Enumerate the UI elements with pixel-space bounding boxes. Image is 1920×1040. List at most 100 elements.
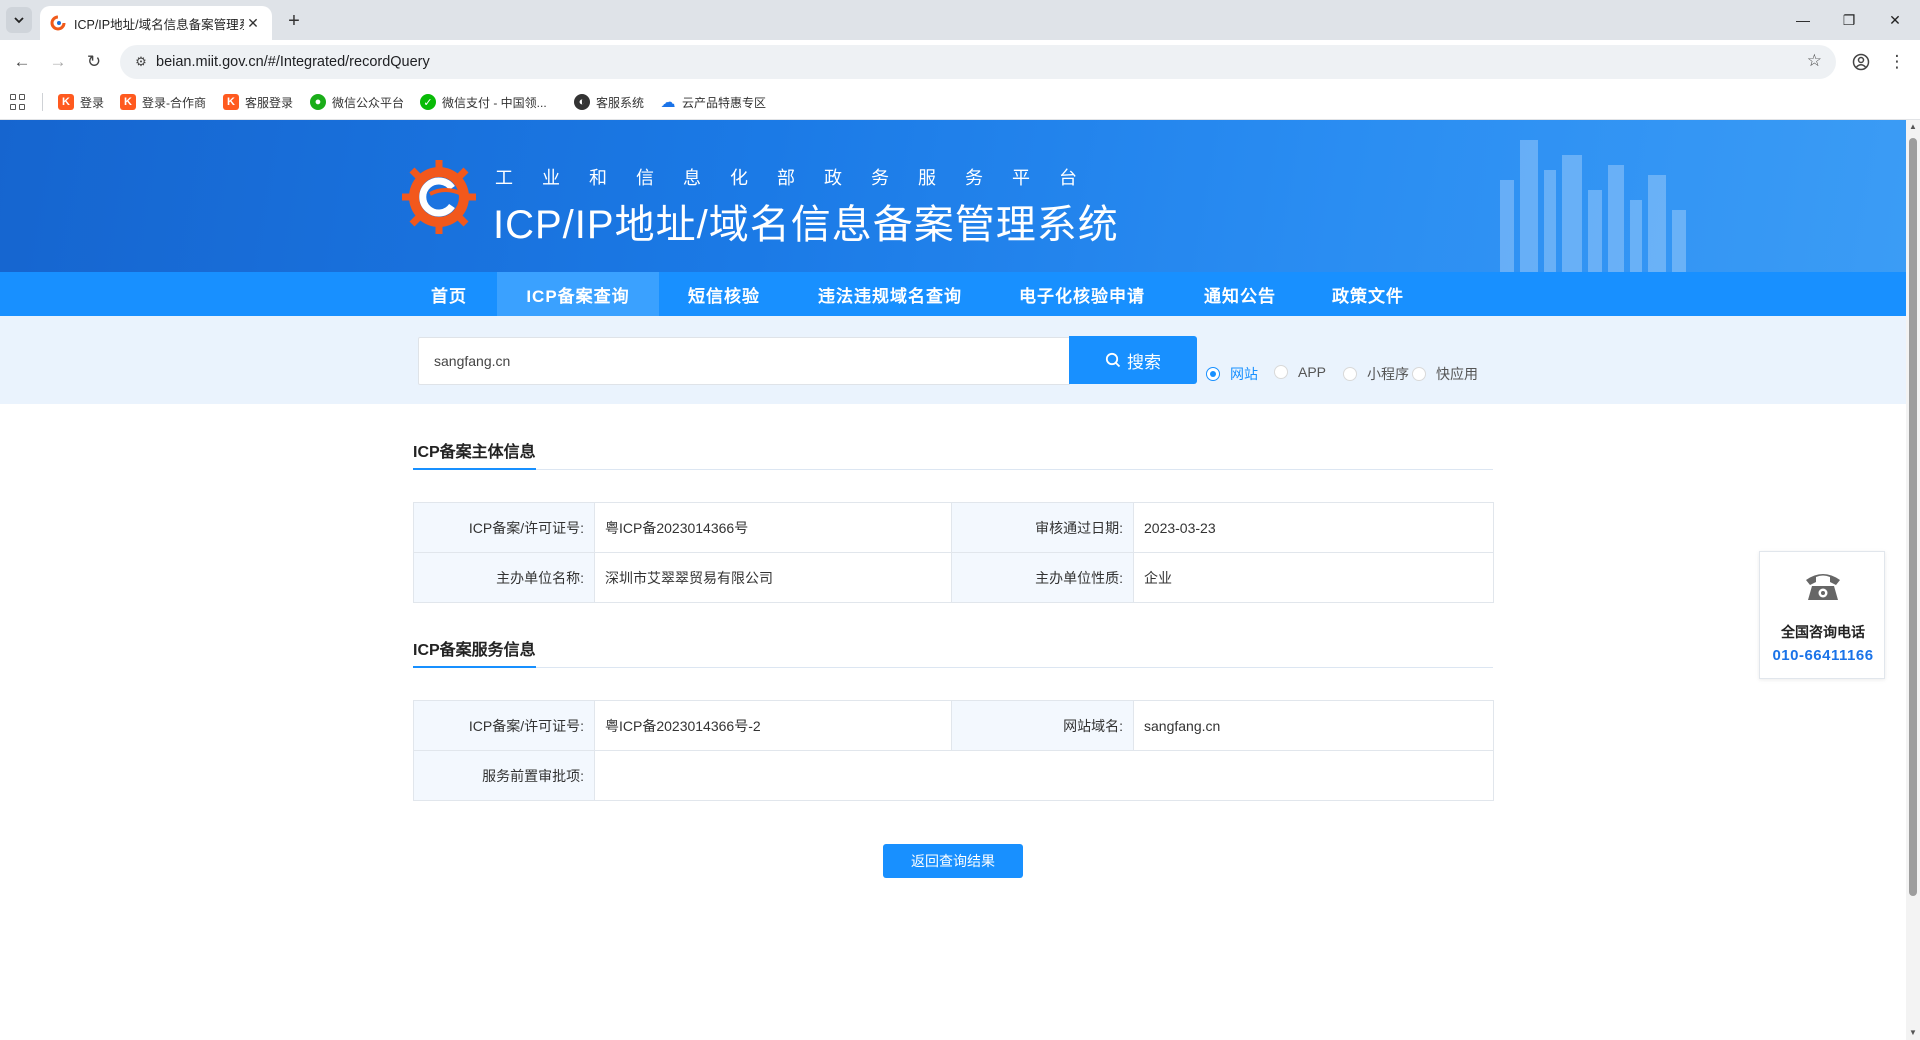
browser-tab-bar: ICP/IP地址/域名信息备案管理系统 ✕ + — ❐ ✕: [0, 0, 1920, 40]
bookmark-label: 客服系统: [596, 95, 645, 110]
bookmark-label: 微信支付 - 中国领...: [442, 95, 547, 110]
k-logo-icon: K: [120, 94, 136, 110]
hotline-number: 010-66411166: [1772, 647, 1874, 664]
table-row: 服务前置审批项:: [413, 750, 1494, 801]
tab-search-button[interactable]: [6, 7, 32, 33]
reload-icon[interactable]: ↻: [80, 48, 108, 76]
bookmark-item[interactable]: ☁ 云产品特惠专区: [660, 93, 767, 111]
nav-item-icp-query[interactable]: ICP备案查询: [497, 272, 659, 316]
city-skyline-decoration: [1500, 140, 1686, 272]
apps-grid-icon[interactable]: [10, 94, 26, 110]
bookmark-label: 登录-合作商: [142, 95, 206, 110]
banner-subtitle: 工业和信息化部政务服务平台: [495, 168, 1106, 188]
address-bar[interactable]: ⚙ beian.miit.gov.cn/#/Integrated/recordQ…: [120, 45, 1836, 79]
site-info-icon[interactable]: ⚙: [132, 53, 150, 71]
nav-item-announcements[interactable]: 通知公告: [1192, 272, 1288, 316]
service-icon: ◐: [574, 94, 590, 110]
bookmark-star-icon[interactable]: ☆: [1807, 51, 1822, 71]
back-to-results-button[interactable]: 返回查询结果: [883, 844, 1023, 878]
bookmarks-bar: K 登录 K 登录-合作商 K 客服登录 ● 微信公众平台 ✓ 微信支付 - 中国领...…: [0, 84, 1920, 120]
table-row: 主办单位名称: 深圳市艾翠翠贸易有限公司 主办单位性质: 企业: [413, 552, 1494, 603]
nav-item-home[interactable]: 首页: [414, 272, 484, 316]
bookmark-label: 云产品特惠专区: [682, 95, 767, 110]
telephone-icon: [1806, 574, 1840, 600]
page-title: ICP/IP地址/域名信息备案管理系统: [493, 203, 1119, 247]
bookmark-item[interactable]: K 登录: [58, 93, 104, 111]
bookmark-item[interactable]: ✓ 微信支付 - 中国领...: [420, 93, 547, 111]
radio-dot: [1412, 367, 1426, 381]
bookmark-item[interactable]: ◐ 客服系统: [574, 93, 644, 111]
service-license-value: 粤ICP备2023014366号-2: [594, 700, 952, 751]
domain-label: 网站域名:: [951, 700, 1134, 751]
miit-logo-icon: [402, 160, 476, 234]
window-close-button[interactable]: ✕: [1872, 0, 1918, 40]
sponsor-name-value: 深圳市艾翠翠贸易有限公司: [594, 552, 952, 603]
wechat-icon: ●: [310, 94, 326, 110]
search-band: sangfang.cn 搜索 网站 APP 小程序 快应用: [0, 316, 1906, 404]
search-input[interactable]: sangfang.cn: [418, 337, 1070, 385]
new-tab-button[interactable]: +: [282, 9, 306, 33]
search-button-label: 搜索: [1127, 352, 1161, 372]
bookmark-label: 微信公众平台: [332, 95, 405, 110]
minimize-button[interactable]: —: [1780, 0, 1826, 40]
scroll-up-arrow-icon[interactable]: ▲: [1909, 122, 1917, 132]
radio-app[interactable]: APP: [1274, 364, 1326, 380]
search-icon: [1105, 352, 1121, 368]
scroll-down-arrow-icon[interactable]: ▼: [1909, 1028, 1917, 1038]
nav-item-illegal-domain-query[interactable]: 违法违规域名查询: [800, 272, 980, 316]
nav-item-policy-docs[interactable]: 政策文件: [1320, 272, 1416, 316]
main-navigation: 首页 ICP备案查询 短信核验 违法违规域名查询 电子化核验申请 通知公告 政策…: [0, 272, 1906, 316]
table-row: ICP备案/许可证号: 粤ICP备2023014366号 审核通过日期: 202…: [413, 502, 1494, 553]
nav-item-e-verify-apply[interactable]: 电子化核验申请: [1004, 272, 1160, 316]
bookmark-item[interactable]: K 登录-合作商: [120, 93, 206, 111]
radio-quick-app[interactable]: 快应用: [1412, 364, 1478, 384]
domain-value: sangfang.cn: [1133, 700, 1494, 751]
browser-tab-active[interactable]: ICP/IP地址/域名信息备案管理系统 ✕: [40, 6, 272, 40]
nav-item-sms-verify[interactable]: 短信核验: [674, 272, 774, 316]
radio-website[interactable]: 网站: [1206, 364, 1258, 384]
radio-dot: [1343, 367, 1357, 381]
sponsor-type-value: 企业: [1133, 552, 1494, 603]
bookmark-item[interactable]: ● 微信公众平台: [310, 93, 404, 111]
close-icon[interactable]: ✕: [244, 14, 262, 32]
radio-mini-program[interactable]: 小程序: [1343, 364, 1409, 384]
bookmark-item[interactable]: K 客服登录: [223, 93, 293, 111]
profile-icon[interactable]: [1848, 49, 1874, 75]
section-title: ICP备案主体信息: [413, 434, 536, 470]
menu-kebab-icon[interactable]: ⋮: [1884, 49, 1910, 75]
approval-date-value: 2023-03-23: [1133, 502, 1494, 553]
service-license-label: ICP备案/许可证号:: [413, 700, 595, 751]
k-logo-icon: K: [58, 94, 74, 110]
back-arrow-icon[interactable]: ←: [8, 48, 36, 76]
forward-arrow-icon[interactable]: →: [44, 48, 72, 76]
scroll-thumb[interactable]: [1909, 138, 1917, 896]
radio-label: 小程序: [1367, 366, 1409, 382]
k-logo-icon: K: [223, 94, 239, 110]
subject-info-table: ICP备案/许可证号: 粤ICP备2023014366号 审核通过日期: 202…: [413, 502, 1494, 603]
sponsor-name-label: 主办单位名称:: [413, 552, 595, 603]
service-info-header: ICP备案服务信息: [413, 632, 1493, 668]
browser-toolbar: ← → ↻ ⚙ beian.miit.gov.cn/#/Integrated/r…: [0, 40, 1920, 84]
chevron-down-icon: [14, 17, 24, 24]
bookmark-label: 登录: [80, 95, 105, 110]
restore-button[interactable]: ❐: [1826, 0, 1872, 40]
radio-dot: [1274, 365, 1288, 379]
approval-date-label: 审核通过日期:: [951, 502, 1134, 553]
search-button[interactable]: 搜索: [1069, 336, 1197, 384]
page-scrollbar[interactable]: ▲ ▼: [1906, 120, 1920, 1040]
wechat-pay-icon: ✓: [420, 94, 436, 110]
table-row: ICP备案/许可证号: 粤ICP备2023014366号-2 网站域名: san…: [413, 700, 1494, 751]
hotline-card[interactable]: 全国咨询电话 010-66411166: [1759, 551, 1885, 679]
bookmark-separator: [42, 93, 43, 111]
service-info-table: ICP备案/许可证号: 粤ICP备2023014366号-2 网站域名: san…: [413, 700, 1494, 801]
radio-dot: [1206, 367, 1220, 381]
page-viewport: 工业和信息化部政务服务平台 ICP/IP地址/域名信息备案管理系统 首页 ICP…: [0, 120, 1920, 1040]
radio-label: APP: [1298, 364, 1327, 380]
license-number-label: ICP备案/许可证号:: [413, 502, 595, 553]
miit-favicon-icon: [50, 15, 66, 31]
pre-approval-value: [594, 750, 1494, 801]
address-url[interactable]: beian.miit.gov.cn/#/Integrated/recordQue…: [156, 54, 430, 70]
bookmark-label: 客服登录: [245, 95, 294, 110]
cloud-icon: ☁: [660, 94, 676, 111]
hotline-label: 全国咨询电话: [1781, 624, 1865, 640]
